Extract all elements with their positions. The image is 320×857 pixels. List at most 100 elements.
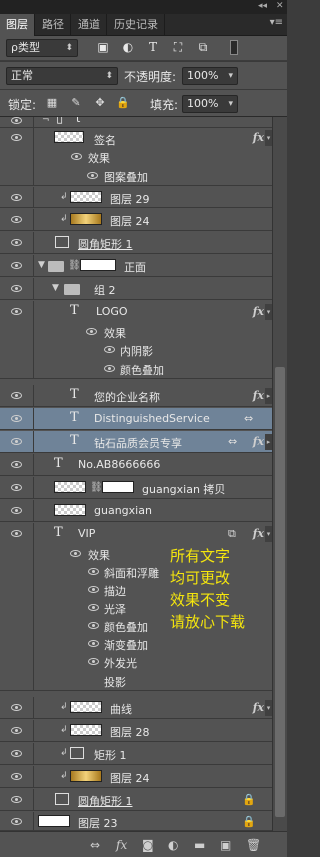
mask-link-icon[interactable]: ⛓ <box>90 482 103 493</box>
link-icon[interactable]: ⇔ <box>228 435 237 448</box>
visibility-toggle[interactable] <box>0 255 34 276</box>
link-icon[interactable]: ⇔ <box>90 838 100 852</box>
lock-move-icon[interactable]: ✥ <box>94 97 106 109</box>
expand-effects-icon[interactable]: ▸ <box>265 388 272 404</box>
fx-icon[interactable]: fx <box>253 305 264 318</box>
new-layer-icon[interactable]: ▣ <box>220 838 231 852</box>
fx-icon[interactable]: fx <box>253 527 264 540</box>
collapse-panel-icon[interactable]: ◂◂ <box>258 1 267 11</box>
visibility-toggle[interactable] <box>0 477 34 498</box>
close-panel-icon[interactable]: ✕ <box>276 1 284 11</box>
layer-row[interactable]: T 钻石品质会员专享 ⇔ fx ▸ <box>0 431 272 453</box>
tab-history[interactable]: 历史记录 <box>108 14 165 36</box>
scrollbar-thumb[interactable] <box>275 367 285 817</box>
fx-icon[interactable]: fx <box>253 435 264 448</box>
effect-row[interactable]: 光泽 <box>0 599 272 617</box>
layer-row[interactable]: T DistinguishedService ⇔ <box>0 408 272 430</box>
effect-row[interactable]: 内阴影 <box>0 341 272 359</box>
layer-row[interactable]: T LOGO fx ▾ <box>0 301 272 323</box>
layer-row[interactable]: ↲ 图层 24 <box>0 209 272 231</box>
effect-row[interactable]: 投影 <box>0 671 272 691</box>
expand-effects-icon[interactable]: ▾ <box>265 526 272 542</box>
fx-icon[interactable]: fx <box>253 701 264 714</box>
effect-row[interactable]: 渐变叠加 <box>0 635 272 653</box>
visibility-toggle[interactable] <box>0 454 34 475</box>
fx-icon[interactable]: fx <box>116 838 127 852</box>
expand-effects-icon[interactable]: ▾ <box>265 130 272 146</box>
lock-all-icon[interactable]: 🔒 <box>116 97 130 109</box>
layer-row[interactable]: T No.AB8666666 <box>0 454 272 476</box>
layer-row[interactable]: ↲ 矩形 1 <box>0 743 272 765</box>
effect-row[interactable]: 颜色叠加 <box>0 617 272 635</box>
effect-row[interactable]: 图案叠加 <box>0 166 272 186</box>
effect-row[interactable]: 斜面和浮雕 <box>0 563 272 581</box>
visibility-toggle[interactable] <box>0 743 34 764</box>
adjustment-filter-icon[interactable]: ◐ <box>121 40 135 54</box>
image-filter-icon[interactable]: ▣ <box>96 40 110 54</box>
visibility-toggle[interactable] <box>0 720 34 741</box>
visibility-toggle[interactable] <box>0 812 34 830</box>
layer-row[interactable]: 签名 fx ▾ <box>0 128 272 148</box>
effect-row[interactable]: 描边 <box>0 581 272 599</box>
type-filter-icon[interactable]: T <box>146 40 160 54</box>
layer-row[interactable]: ↲ 图层 24 <box>0 766 272 788</box>
mask-link-icon[interactable]: ⛓ <box>68 260 81 271</box>
effect-row[interactable]: 外发光 <box>0 653 272 671</box>
visibility-toggle[interactable] <box>0 671 34 690</box>
layer-row[interactable]: 圆角矩形 1 <box>0 232 272 254</box>
layer-row[interactable]: T VIP ⧉ fx ▾ <box>0 523 272 545</box>
group-collapse-icon[interactable]: ▼ <box>52 283 59 293</box>
layers-scrollbar[interactable] <box>272 117 287 831</box>
visibility-toggle[interactable] <box>0 301 34 323</box>
lock-brush-icon[interactable]: ✎ <box>70 97 82 109</box>
effects-header[interactable]: 效果 <box>0 148 272 166</box>
visibility-toggle[interactable] <box>0 187 34 207</box>
trash-icon[interactable]: 🗑 <box>246 838 261 852</box>
effect-row[interactable]: 颜色叠加 <box>0 359 272 379</box>
layer-row[interactable]: ▼ ⛓ 正面 <box>0 255 272 277</box>
visibility-toggle[interactable] <box>0 697 34 718</box>
visibility-toggle[interactable] <box>0 523 34 545</box>
expand-effects-icon[interactable]: ▾ <box>265 304 272 320</box>
layer-row[interactable]: ↲ 图层 29 <box>0 187 272 208</box>
visibility-toggle[interactable] <box>0 209 34 230</box>
folder-icon[interactable]: ▬ <box>194 838 205 852</box>
layer-row[interactable]: ¬ ▯ t <box>0 117 272 128</box>
layer-row[interactable]: 图层 23 🔒 <box>0 812 272 831</box>
blend-mode-dropdown[interactable]: 正常 ⬍ <box>6 67 118 85</box>
shape-filter-icon[interactable]: ⛶ <box>171 40 185 54</box>
adjustment-icon[interactable]: ◐ <box>168 838 178 852</box>
visibility-toggle[interactable] <box>0 789 34 810</box>
visibility-toggle[interactable] <box>0 117 34 127</box>
expand-effects-icon[interactable]: ▾ <box>265 700 272 716</box>
tab-channels[interactable]: 通道 <box>72 14 107 36</box>
fill-input[interactable]: 100% ▾ <box>182 95 238 113</box>
visibility-toggle[interactable] <box>0 766 34 787</box>
mask-icon[interactable]: ◙ <box>142 838 154 852</box>
visibility-toggle[interactable] <box>0 278 34 299</box>
layer-row[interactable]: ↲ 曲线 fx ▾ <box>0 697 272 719</box>
tab-layers[interactable]: 图层 <box>0 14 35 36</box>
effects-header[interactable]: 效果 <box>0 545 272 563</box>
filter-type-dropdown[interactable]: ρ类型 ⬍ <box>6 39 78 57</box>
visibility-toggle[interactable] <box>0 385 34 406</box>
visibility-toggle[interactable] <box>0 408 34 429</box>
layer-row[interactable]: ↲ 图层 28 <box>0 720 272 742</box>
layer-row[interactable]: 圆角矩形 1 🔒 <box>0 789 272 811</box>
layer-row[interactable]: ▼ 组 2 <box>0 278 272 300</box>
filter-toggle-icon[interactable] <box>230 40 238 55</box>
layer-row[interactable]: ⛓ guangxian 拷贝 <box>0 477 272 499</box>
smart-object-filter-icon[interactable]: ⧉ <box>196 40 210 54</box>
visibility-toggle[interactable] <box>0 128 34 148</box>
group-collapse-icon[interactable]: ▼ <box>38 260 45 270</box>
layer-row[interactable]: guangxian <box>0 500 272 522</box>
visibility-toggle[interactable] <box>0 500 34 521</box>
expand-effects-icon[interactable]: ▸ <box>265 434 272 450</box>
fx-icon[interactable]: fx <box>253 131 264 144</box>
layer-row[interactable]: T 您的企业名称 fx ▸ <box>0 385 272 407</box>
visibility-toggle[interactable] <box>0 431 34 452</box>
lock-transparent-icon[interactable]: ▦ <box>46 97 58 109</box>
opacity-input[interactable]: 100% ▾ <box>182 67 238 85</box>
link-icon[interactable]: ⇔ <box>244 412 253 425</box>
panel-menu-icon[interactable]: ▾≡ <box>270 17 283 28</box>
